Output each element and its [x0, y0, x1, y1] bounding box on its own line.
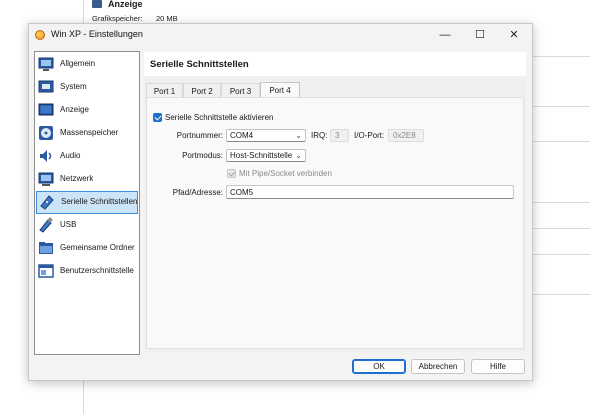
- portmode-value: Host-Schnittstelle: [230, 151, 293, 160]
- path-input[interactable]: COM5: [226, 185, 514, 199]
- path-label: Pfad/Adresse:: [172, 188, 223, 197]
- nav-label: Serielle Schnittstellen: [61, 197, 138, 206]
- cancel-button[interactable]: Abbrechen: [411, 359, 465, 374]
- help-button[interactable]: Hilfe: [471, 359, 525, 374]
- nav-item-gemeinsame-ordner[interactable]: Gemeinsame Ordner: [35, 237, 139, 260]
- chevron-down-icon: ⌄: [295, 131, 302, 140]
- portnumber-value: COM4: [230, 131, 254, 140]
- folder-icon: [39, 242, 53, 254]
- nav-label: USB: [60, 220, 77, 229]
- settings-dialog: Win XP - Einstellungen — ☐ ✕ Allgemein S…: [28, 23, 533, 381]
- nav-label: Anzeige: [60, 105, 89, 114]
- nav-item-audio[interactable]: Audio: [35, 145, 139, 168]
- details-separator: [530, 254, 590, 255]
- speaker-icon: [40, 150, 52, 162]
- tab-port-4[interactable]: Port 4: [260, 82, 300, 98]
- window-title: Win XP - Einstellungen: [51, 29, 143, 39]
- close-button[interactable]: ✕: [499, 26, 529, 44]
- irq-label: IRQ:: [311, 131, 328, 140]
- nav-item-serielle-schnittstellen[interactable]: Serielle Schnittstellen: [36, 191, 138, 214]
- maximize-button[interactable]: ☐: [465, 26, 495, 44]
- monitor-icon: [38, 57, 54, 71]
- title-bar[interactable]: Win XP - Einstellungen — ☐ ✕: [29, 24, 532, 46]
- nav-label: Allgemein: [60, 59, 96, 68]
- chevron-down-icon: ⌄: [295, 151, 302, 160]
- nav-label: Audio: [60, 151, 81, 160]
- irq-value: 3: [335, 131, 340, 140]
- network-icon: [38, 172, 54, 186]
- portmode-select[interactable]: Host-Schnittstelle ⌄: [226, 149, 306, 162]
- details-value: 20 MB: [156, 14, 178, 23]
- path-value: COM5: [230, 188, 254, 197]
- tab-port-2[interactable]: Port 2: [183, 83, 221, 98]
- io-port-label: I/O-Port:: [354, 131, 385, 140]
- enable-serial-checkbox[interactable]: [153, 113, 162, 122]
- irq-field[interactable]: 3: [330, 129, 349, 142]
- chip-icon: [38, 80, 54, 93]
- ui-window-icon: [38, 264, 54, 278]
- page-title: Serielle Schnittstellen: [150, 59, 249, 70]
- disk-icon: [39, 126, 53, 140]
- settings-page: Serielle Schnittstellen Port 1 Port 2 Po…: [144, 52, 526, 352]
- nav-item-usb[interactable]: USB: [35, 214, 139, 237]
- minimize-button[interactable]: —: [430, 26, 460, 44]
- nav-item-netzwerk[interactable]: Netzwerk: [35, 168, 139, 191]
- details-separator: [530, 56, 590, 57]
- portnumber-select[interactable]: COM4 ⌄: [226, 129, 306, 142]
- details-section-title: Anzeige: [108, 0, 143, 9]
- serial-port-icon: [40, 195, 54, 210]
- nav-item-allgemein[interactable]: Allgemein: [35, 53, 139, 76]
- io-port-value: 0x2E8: [393, 131, 416, 140]
- ok-button[interactable]: OK: [352, 359, 406, 374]
- nav-label: System: [60, 82, 87, 91]
- details-separator: [530, 294, 590, 295]
- nav-item-system[interactable]: System: [35, 76, 139, 99]
- nav-label: Netzwerk: [60, 174, 94, 183]
- io-port-field[interactable]: 0x2E8: [388, 129, 424, 142]
- nav-item-massenspeicher[interactable]: Massenspeicher: [35, 122, 139, 145]
- page-header: Serielle Schnittstellen: [144, 52, 526, 76]
- settings-category-list: Allgemein System Anzeige Massenspeicher …: [34, 51, 140, 355]
- tab-panel: Serielle Schnittstelle aktivieren Portnu…: [146, 97, 524, 349]
- nav-label: Massenspeicher: [60, 128, 119, 137]
- details-separator: [530, 228, 590, 229]
- pipe-socket-label: Mit Pipe/Socket verbinden: [239, 169, 332, 178]
- details-separator: [530, 141, 590, 142]
- nav-label: Gemeinsame Ordner: [60, 243, 135, 252]
- display-icon: [38, 103, 54, 116]
- nav-item-benutzerschnittstelle[interactable]: Benutzerschnittstelle: [35, 260, 139, 283]
- display-icon: [92, 0, 102, 8]
- tab-port-3[interactable]: Port 3: [221, 83, 260, 98]
- enable-serial-label[interactable]: Serielle Schnittstelle aktivieren: [165, 113, 274, 122]
- virtualbox-app-icon: [35, 30, 45, 40]
- details-separator: [530, 202, 590, 203]
- nav-item-anzeige[interactable]: Anzeige: [35, 99, 139, 122]
- portmode-label: Portmodus:: [182, 151, 223, 160]
- portnumber-label: Portnummer:: [176, 131, 223, 140]
- pipe-socket-checkbox[interactable]: [227, 169, 236, 178]
- details-label: Grafikspeicher:: [92, 14, 143, 23]
- nav-label: Benutzerschnittstelle: [60, 266, 134, 275]
- usb-icon: [39, 217, 53, 233]
- tab-port-1[interactable]: Port 1: [146, 83, 183, 98]
- details-separator: [530, 106, 590, 107]
